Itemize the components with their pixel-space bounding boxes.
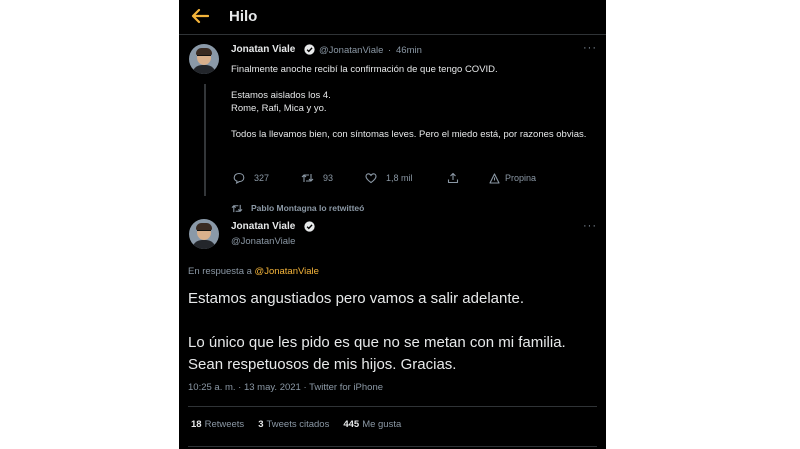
thread-header: Hilo [179,0,606,35]
likes-count: 445 [343,419,360,430]
more-options-icon[interactable]: ··· [583,220,597,232]
tweet-time[interactable]: 46min [396,45,422,56]
retweet-action[interactable]: 93 [301,171,333,185]
reply-action[interactable]: 327 [233,171,269,185]
thread-connector-line [204,84,206,196]
likes-stat[interactable]: 445 Me gusta [343,419,401,430]
page-title: Hilo [229,8,258,25]
tip-action[interactable]: Propina [489,171,536,185]
tip-icon [489,172,500,184]
reply-icon [233,172,245,184]
like-count: 1,8 mil [386,173,413,183]
divider [188,406,597,407]
share-icon [447,172,459,184]
avatar[interactable] [189,219,219,249]
retweeted-notice[interactable]: Pablo Montagna lo retwitteó [231,202,364,214]
author-handle[interactable]: @JonatanViale [231,236,295,247]
back-arrow-icon[interactable] [191,8,209,24]
quotes-stat[interactable]: 3 Tweets citados [258,419,329,430]
like-action[interactable]: 1,8 mil [365,171,413,185]
thread-panel: Hilo Jonatan Viale @JonatanViale · 46min… [179,0,606,449]
main-tweet-text: Estamos angustiados pero vamos a salir a… [188,290,566,373]
author-handle[interactable]: @JonatanViale [319,45,383,56]
likes-label: Me gusta [362,419,402,430]
reply-context: En respuesta a @JonatanViale [188,266,319,277]
retweeted-by-text: Pablo Montagna lo retwitteó [251,203,365,213]
more-options-icon[interactable]: ··· [583,42,597,54]
reply-count: 327 [254,173,270,183]
retweet-count: 93 [323,173,334,183]
avatar[interactable] [189,44,219,74]
retweets-stat[interactable]: 18 Retweets [191,419,244,430]
tweet-timestamp[interactable]: 10:25 a. m. · 13 may. 2021 · Twitter for… [188,382,383,393]
quotes-count: 3 [258,419,264,430]
author-name[interactable]: Jonatan Viale [231,221,295,232]
engagement-stats: 18 Retweets 3 Tweets citados 445 Me gusta [191,419,415,430]
verified-badge-icon [304,221,315,232]
verified-badge-icon [304,44,315,55]
retweet-icon [231,204,243,212]
retweet-icon [301,174,314,182]
author-name[interactable]: Jonatan Viale [231,44,295,55]
quotes-label: Tweets citados [266,419,330,430]
divider [188,446,597,447]
share-action[interactable] [447,171,468,185]
tip-label: Propina [505,173,537,183]
heart-icon [365,173,377,184]
separator-dot: · [388,45,392,56]
retweets-count: 18 [191,419,202,430]
retweets-label: Retweets [204,419,245,430]
tweet-text: Finalmente anoche recibí la confirmación… [231,64,587,140]
reply-prefix: En respuesta a [188,266,252,277]
reply-mention-link[interactable]: @JonatanViale [255,266,319,277]
